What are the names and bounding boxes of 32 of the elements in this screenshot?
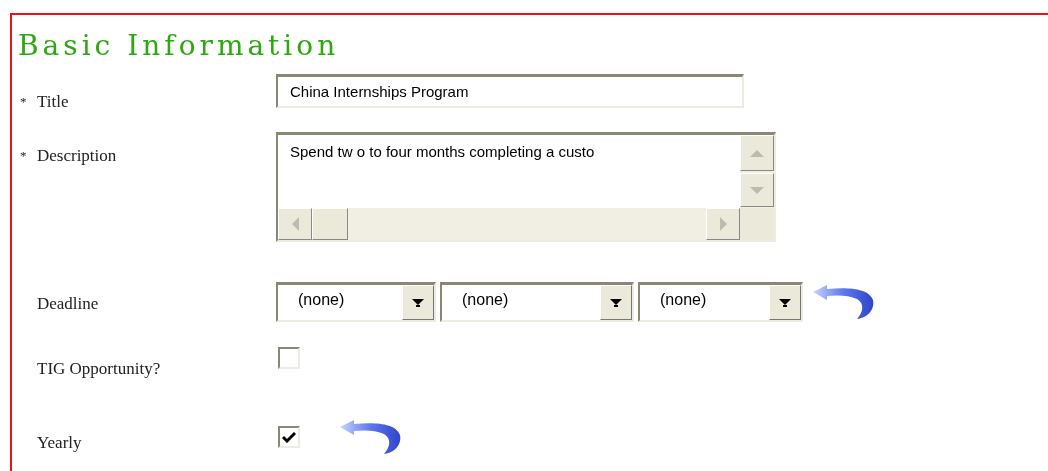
curved-arrow-icon[interactable] <box>813 284 875 320</box>
description-text-area[interactable]: Spend tw o to four months completing a custo <box>276 132 776 242</box>
field-label: Title <box>37 92 69 112</box>
checkmark-icon <box>282 431 296 443</box>
caret-icon <box>610 298 622 307</box>
up-triangle-icon <box>750 149 764 157</box>
scroll-up-button[interactable] <box>740 135 774 171</box>
scroll-down-button[interactable] <box>740 173 774 207</box>
checkbox[interactable] <box>278 426 300 448</box>
required-asterisk: * <box>20 93 28 111</box>
field-label: Deadline <box>37 294 99 314</box>
dropdown[interactable]: (none) <box>638 282 803 322</box>
title-input-field[interactable]: China Internships Program <box>276 74 744 108</box>
down-triangle-icon <box>750 186 764 194</box>
description-text: Spend tw o to four months completing a custo <box>289 142 596 162</box>
scroll-left-button[interactable] <box>278 208 312 240</box>
scrollbar-thumb[interactable] <box>312 208 348 240</box>
curved-arrow-icon[interactable] <box>340 419 402 455</box>
left-triangle-icon <box>291 217 299 231</box>
dropdown[interactable]: (none) <box>440 282 634 322</box>
caret-icon <box>412 298 424 307</box>
right-triangle-icon <box>719 217 727 231</box>
section-heading: Basic Information <box>18 29 341 62</box>
field-label: TIG Opportunity? <box>37 359 161 379</box>
dropdown[interactable]: (none) <box>276 282 436 322</box>
caret-icon <box>779 298 791 307</box>
scroll-right-button[interactable] <box>706 208 740 240</box>
scrollbar-corner <box>740 208 774 240</box>
required-asterisk: * <box>20 147 28 165</box>
checkbox[interactable] <box>278 347 300 369</box>
field-label: Description <box>37 146 117 166</box>
field-label: Yearly <box>37 433 82 453</box>
